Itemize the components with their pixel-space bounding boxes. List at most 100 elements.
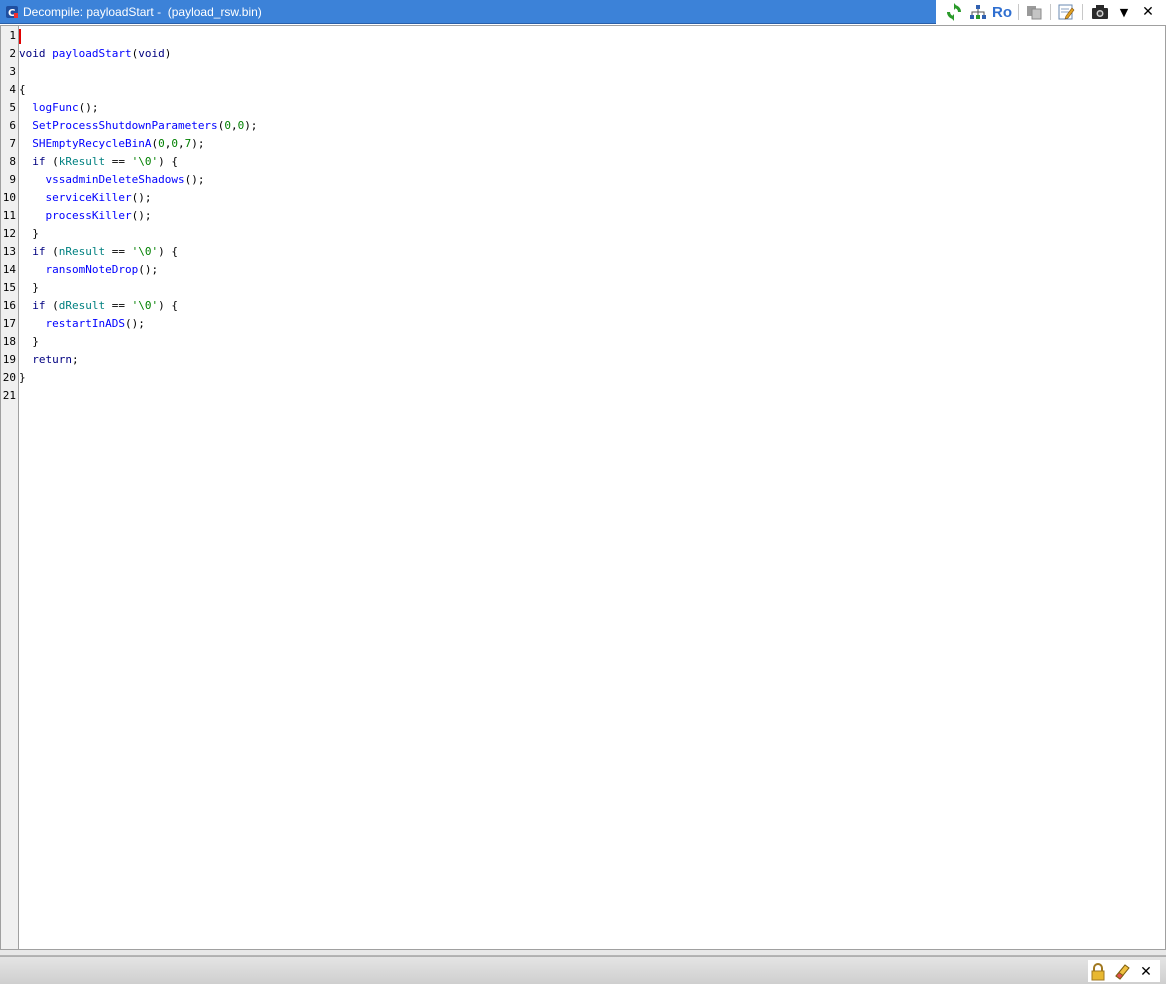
- code-token: logFunc: [32, 101, 79, 114]
- code-line[interactable]: }: [19, 333, 39, 351]
- snapshot-icon[interactable]: [1090, 2, 1110, 22]
- code-token: ) {: [158, 155, 178, 168]
- code-token: dResult: [58, 299, 106, 312]
- line-number: 10: [2, 191, 16, 204]
- code-token: payloadStart: [52, 47, 132, 60]
- code-token: ();: [131, 209, 152, 222]
- code-token: ==: [105, 245, 132, 258]
- code-line[interactable]: vssadminDeleteShadows();: [19, 171, 205, 189]
- close-icon[interactable]: ✕: [1138, 2, 1158, 22]
- code-token: SHEmptyRecycleBinA: [32, 137, 152, 150]
- code-token: (: [45, 245, 59, 258]
- read-only-label: Ro: [992, 3, 1012, 21]
- code-token: }: [19, 281, 39, 294]
- dropdown-arrow: ▼: [1119, 5, 1129, 19]
- code-token: if: [32, 299, 46, 312]
- code-token: ==: [105, 155, 132, 168]
- code-token: ) {: [158, 245, 178, 258]
- code-token: '\0': [131, 155, 159, 168]
- code-token: ;: [72, 353, 79, 366]
- eraser-icon[interactable]: [1112, 962, 1132, 982]
- line-number: 5: [9, 101, 16, 114]
- code-line[interactable]: if (nResult == '\0') {: [19, 243, 178, 261]
- code-line[interactable]: if (dResult == '\0') {: [19, 297, 178, 315]
- code-token: );: [244, 119, 258, 132]
- dropdown-icon[interactable]: ▼: [1114, 2, 1134, 22]
- code-editor[interactable]: 1 2 3 4 5 6 7 8 9 10 11 12 13 14 15 16 17 18 19 20 21 void p…: [0, 25, 1166, 950]
- code-token: ();: [131, 191, 152, 204]
- lock-icon[interactable]: [1088, 962, 1108, 982]
- code-token: nResult: [58, 245, 106, 258]
- code-token: {: [19, 83, 26, 96]
- bottom-toolbar: ✕: [1088, 960, 1160, 982]
- code-line[interactable]: if (kResult == '\0') {: [19, 153, 178, 171]
- code-line[interactable]: return;: [19, 351, 79, 369]
- graph-icon[interactable]: [968, 2, 988, 22]
- code-line[interactable]: serviceKiller();: [19, 189, 152, 207]
- copy-icon[interactable]: [1024, 2, 1044, 22]
- close-icon[interactable]: ✕: [1136, 962, 1156, 982]
- code-token: ,: [177, 137, 185, 150]
- code-line[interactable]: }: [19, 225, 39, 243]
- line-number: 12: [2, 227, 16, 240]
- code-token: 0: [158, 137, 165, 150]
- code-line[interactable]: void payloadStart(void): [19, 45, 171, 63]
- toolbar-separator: [1018, 4, 1019, 20]
- code-line[interactable]: ransomNoteDrop();: [19, 261, 159, 279]
- line-number: 18: [2, 335, 16, 348]
- code-token: kResult: [58, 155, 106, 168]
- line-number: 3: [9, 65, 16, 78]
- code-token: serviceKiller: [45, 191, 132, 204]
- line-number: 15: [2, 281, 16, 294]
- edit-icon[interactable]: [1056, 2, 1076, 22]
- line-number: 6: [9, 119, 16, 132]
- code-token: if: [32, 245, 46, 258]
- code-token: ==: [105, 299, 132, 312]
- code-line[interactable]: restartInADS();: [19, 315, 145, 333]
- code-token: ) {: [158, 299, 178, 312]
- code-token: 0: [224, 119, 231, 132]
- close-label: ✕: [1140, 964, 1152, 980]
- line-number: 7: [9, 137, 16, 150]
- code-token: ();: [184, 173, 205, 186]
- code-token: restartInADS: [45, 317, 125, 330]
- close-label: ✕: [1142, 4, 1154, 20]
- code-line[interactable]: logFunc();: [19, 99, 98, 117]
- code-token: ransomNoteDrop: [45, 263, 139, 276]
- bottom-panel-bar: ✕: [0, 956, 1166, 984]
- code-token: }: [19, 227, 39, 240]
- code-token: ): [164, 47, 172, 60]
- code-token: );: [191, 137, 205, 150]
- read-only-toggle[interactable]: Ro: [990, 2, 1014, 22]
- code-token: ();: [124, 317, 145, 330]
- refresh-icon[interactable]: [944, 2, 964, 22]
- code-line[interactable]: processKiller();: [19, 207, 152, 225]
- code-line[interactable]: }: [19, 369, 26, 387]
- window-title: Decompile: payloadStart - (payload_rsw.b…: [23, 5, 262, 19]
- line-number: 2: [9, 47, 16, 60]
- code-line[interactable]: SHEmptyRecycleBinA(0,0,7);: [19, 135, 204, 153]
- code-line[interactable]: }: [19, 279, 39, 297]
- code-token: (: [45, 155, 59, 168]
- line-number: 21: [2, 389, 16, 402]
- text-cursor: [19, 29, 21, 44]
- line-number: 13: [2, 245, 16, 258]
- toolbar-separator: [1082, 4, 1083, 20]
- line-number: 9: [9, 173, 16, 186]
- code-token: (: [45, 299, 59, 312]
- line-number: 8: [9, 155, 16, 168]
- line-number: 16: [2, 299, 16, 312]
- decompiler-toolbar: Ro ▼ ✕: [936, 0, 1166, 24]
- code-token: }: [19, 335, 39, 348]
- decompiler-icon: C: [6, 6, 18, 19]
- code-line[interactable]: SetProcessShutdownParameters(0,0);: [19, 117, 257, 135]
- code-line[interactable]: {: [19, 81, 26, 99]
